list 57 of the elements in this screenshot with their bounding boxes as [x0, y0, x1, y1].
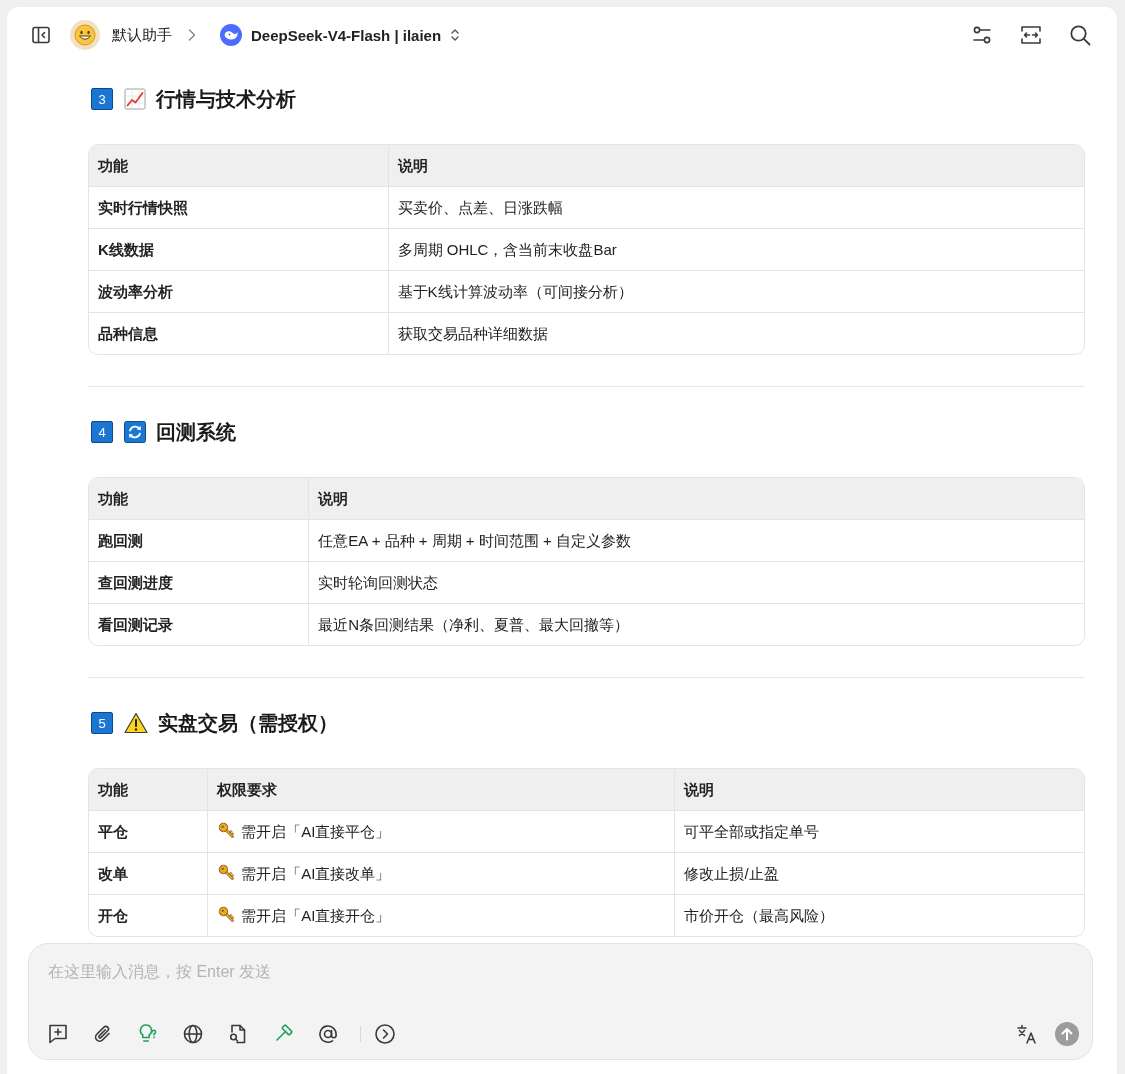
chart-icon	[124, 88, 146, 110]
table-cell: 多周期 OHLC，含当前末收盘Bar	[388, 229, 1084, 271]
number-badge: 3	[91, 88, 113, 110]
table-cell: 看回测记录	[89, 604, 310, 645]
expand-arrows-icon[interactable]	[1020, 24, 1042, 46]
translate-icon[interactable]	[1016, 1023, 1038, 1045]
table-cell: K线数据	[89, 229, 389, 271]
table-cell: 可平全部或指定单号	[675, 811, 1084, 853]
table-cell: 实时行情快照	[89, 187, 389, 229]
permission-text: 需开启「AI直接平仓」	[241, 823, 391, 840]
section-title: 回测系统	[156, 420, 236, 445]
table-cell: 跑回测	[89, 520, 310, 562]
table-cell-text: 市价开仓（最高风险）	[683, 905, 836, 926]
chevron-right-icon	[187, 28, 197, 42]
table-cell: 实时轮询回测状态	[309, 562, 1084, 604]
table-cell: 基于K线计算波动率（可间接分析）	[388, 271, 1084, 313]
section-title: 行情与技术分析	[156, 87, 296, 112]
table-header-cell: 说明	[388, 145, 1084, 187]
table-cell: 查回测进度	[89, 562, 310, 604]
table-cell: 改单	[89, 853, 209, 895]
table-cell: 品种信息	[89, 313, 389, 354]
table-cell: 开仓	[89, 895, 209, 936]
table-cell: 平仓	[89, 811, 209, 853]
search-icon[interactable]	[1069, 24, 1091, 46]
table-cell-text: 最近N条回测结果（净利、夏普、最大回撤等）	[317, 614, 631, 635]
model-selector[interactable]: DeepSeek-V4-Flash | ilaien	[220, 24, 461, 46]
at-sign-icon[interactable]	[317, 1023, 339, 1045]
number-badge: 5	[91, 712, 113, 734]
table-cell: 波动率分析	[89, 271, 389, 313]
table-cell-text: 获取交易品种详细数据	[396, 323, 549, 344]
table-header-cell: 功能	[89, 478, 310, 520]
globe-icon[interactable]	[182, 1023, 204, 1045]
chevron-circle-icon[interactable]	[374, 1023, 396, 1045]
table-header-cell: 说明	[675, 769, 1084, 811]
table-header-cell: 说明	[309, 478, 1084, 520]
section-title: 实盘交易（需授权）	[158, 711, 338, 736]
table-cell: 买卖价、点差、日涨跌幅	[388, 187, 1084, 229]
table-header-cell: 功能	[89, 769, 209, 811]
lightbulb-icon[interactable]	[137, 1023, 159, 1045]
smiley-icon	[70, 20, 100, 50]
chat-plus-icon[interactable]	[47, 1023, 69, 1045]
sliders-icon[interactable]	[971, 24, 993, 46]
sidebar-toggle-icon[interactable]	[31, 25, 51, 45]
refresh-icon	[124, 421, 146, 443]
warning-icon	[124, 712, 148, 734]
table-header-cell: 权限要求	[208, 769, 676, 811]
permission-text: 需开启「AI直接改单」	[241, 865, 391, 882]
message-input[interactable]: 在这里输入消息，按 Enter 发送	[47, 960, 1079, 1010]
number-badge: 4	[91, 421, 113, 443]
permission-text: 需开启「AI直接开仓」	[241, 907, 391, 924]
table-cell: 修改止损/止盈	[675, 853, 1084, 895]
chevron-updown-icon	[450, 27, 461, 43]
whale-logo-icon	[220, 24, 242, 46]
table-cell: 任意EA + 品种 + 周期 + 时间范围 + 自定义参数	[309, 520, 1084, 562]
table-header-cell: 功能	[89, 145, 389, 187]
message-composer[interactable]: 在这里输入消息，按 Enter 发送	[28, 943, 1093, 1060]
assistant-selector[interactable]: 默认助手	[70, 20, 172, 50]
